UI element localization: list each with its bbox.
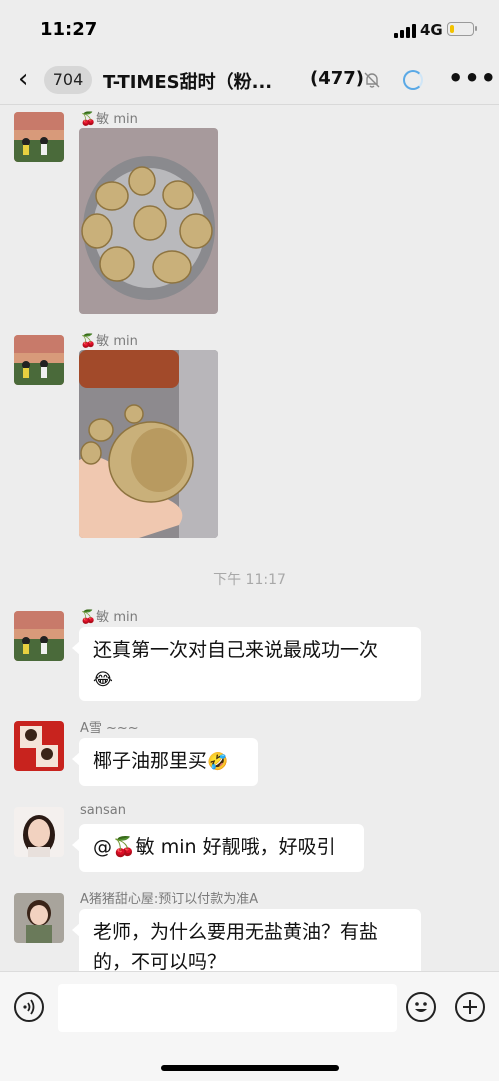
- sender-name: 🍒敏 min: [80, 112, 138, 127]
- chat-header: ‹ 704 T-TIMES甜时（粉... (477) •••: [0, 58, 499, 105]
- message-text: 还真第一次对自己来说最成功一次: [93, 639, 379, 661]
- network-label: 4G: [420, 21, 443, 39]
- more-icon[interactable]: •••: [448, 64, 497, 92]
- message-bubble[interactable]: 椰子油那里买🤣: [72, 738, 258, 786]
- avatar[interactable]: [14, 721, 64, 771]
- avatar[interactable]: [14, 807, 64, 857]
- message-text: @🍒敏 min 好靓哦，好吸引: [93, 836, 336, 858]
- signal-icon: [394, 22, 416, 38]
- message-input[interactable]: [58, 984, 397, 1032]
- chat-title: T-TIMES甜时（粉...: [103, 72, 273, 93]
- avatar[interactable]: [14, 611, 64, 661]
- message-emoji: 🤣: [207, 752, 229, 772]
- message-bubble[interactable]: 还真第一次对自己来说最成功一次 😂: [72, 627, 421, 701]
- unread-count-badge[interactable]: 704: [44, 66, 92, 94]
- message-bubble[interactable]: @🍒敏 min 好靓哦，好吸引: [72, 824, 364, 872]
- avatar[interactable]: [14, 335, 64, 385]
- sender-name: 🍒敏 min: [80, 334, 138, 349]
- image-message[interactable]: [79, 350, 218, 538]
- sender-name: A猪猪甜心屋:预订以付款为准A: [80, 892, 259, 907]
- sender-name: A雪 ~~~: [80, 721, 139, 736]
- message-emoji: 😂: [93, 670, 113, 690]
- clock: 11:27: [40, 19, 98, 40]
- image-message[interactable]: [79, 128, 218, 314]
- message-text: 椰子油那里买: [93, 750, 208, 772]
- avatar[interactable]: [14, 112, 64, 162]
- mute-bell-icon: [364, 72, 380, 88]
- emoji-icon[interactable]: [406, 992, 436, 1022]
- sender-name: 🍒敏 min: [80, 610, 138, 625]
- loading-spinner-icon: [403, 70, 423, 90]
- sender-name: sansan: [80, 803, 126, 818]
- plus-icon[interactable]: [455, 992, 485, 1022]
- message-text: 老师，为什么要用无盐黄油？有盐: [93, 921, 379, 943]
- voice-icon[interactable]: [14, 992, 44, 1022]
- battery-icon: [447, 22, 477, 36]
- avatar[interactable]: [14, 893, 64, 943]
- status-bar: 11:27 4G: [0, 0, 499, 58]
- home-indicator: [161, 1065, 339, 1071]
- member-count: (477): [310, 68, 365, 89]
- back-arrow-icon[interactable]: ‹: [18, 64, 28, 94]
- timestamp-divider: 下午 11:17: [213, 572, 286, 588]
